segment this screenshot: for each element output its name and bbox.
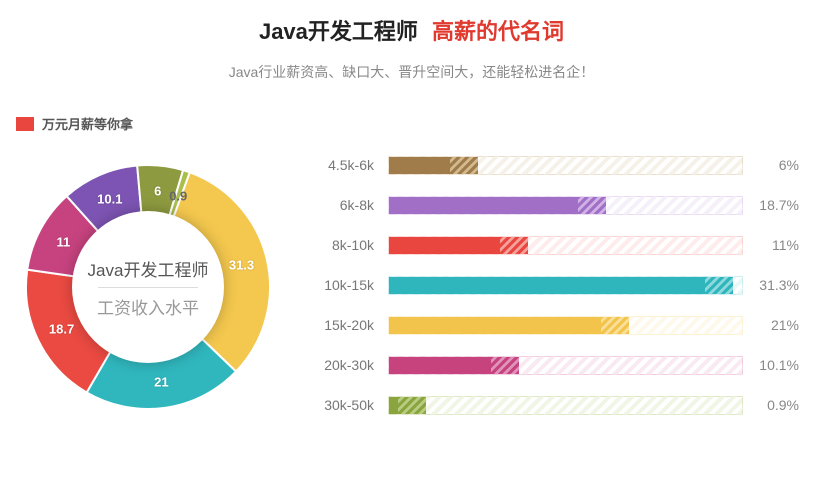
- bar-label: 15k-20k: [318, 317, 388, 333]
- bar-label: 10k-15k: [318, 277, 388, 293]
- donut-slice-label: 6: [154, 184, 161, 199]
- bar-fill: [389, 317, 601, 334]
- bar-percent: 0.9%: [743, 397, 799, 413]
- bar-track: [388, 276, 743, 295]
- bar-percent: 11%: [743, 237, 799, 253]
- donut-chart: Java开发工程师 工资收入水平 31.3 21 18.7 11 10.1 6 0.9: [8, 147, 288, 427]
- bar-label: 30k-50k: [318, 397, 388, 413]
- bar-track: [388, 396, 743, 415]
- header: Java开发工程师 高薪的代名词 Java行业薪资高、缺口大、晋升空间大，还能轻…: [0, 0, 823, 90]
- bar-percent: 6%: [743, 157, 799, 173]
- donut-slice-label: 0.9: [169, 188, 187, 203]
- bar-track: [388, 316, 743, 335]
- bar-row: 10k-15k 31.3%: [318, 267, 799, 303]
- bar-fill: [389, 197, 578, 214]
- bar-track: [388, 156, 743, 175]
- donut-slice-label: 18.7: [49, 321, 74, 336]
- donut-slice-label: 11: [57, 234, 71, 249]
- bar-row: 15k-20k 21%: [318, 307, 799, 343]
- bar-tail: [491, 357, 519, 374]
- bar-tail: [398, 397, 426, 414]
- donut-slice-label: 31.3: [229, 258, 254, 273]
- content: Java开发工程师 工资收入水平 31.3 21 18.7 11 10.1 6 0.9 4.…: [0, 143, 823, 427]
- bar-tail: [578, 197, 606, 214]
- bar-percent: 18.7%: [743, 197, 799, 213]
- tag-row: 万元月薪等你拿: [0, 90, 823, 143]
- bar-label: 4.5k-6k: [318, 157, 388, 173]
- subtitle: Java行业薪资高、缺口大、晋升空间大，还能轻松进名企！: [0, 62, 823, 82]
- donut-center-line2: 工资收入水平: [97, 288, 199, 319]
- donut-slice-label: 10.1: [97, 191, 122, 206]
- bar-fill: [389, 157, 450, 174]
- bar-row: 4.5k-6k 6%: [318, 147, 799, 183]
- donut-center-line1: Java开发工程师: [88, 256, 209, 287]
- bar-label: 8k-10k: [318, 237, 388, 253]
- tag-label: 万元月薪等你拿: [42, 114, 133, 133]
- bar-row: 8k-10k 11%: [318, 227, 799, 263]
- bar-fill: [389, 277, 705, 294]
- bar-chart: 4.5k-6k 6% 6k-8k 18.7% 8k-10k 11% 10k-15k 31.3%…: [288, 147, 799, 427]
- title-main: Java开发工程师: [259, 19, 418, 44]
- bar-label: 20k-30k: [318, 357, 388, 373]
- title-accent: 高薪的代名词: [432, 19, 564, 44]
- page-title: Java开发工程师 高薪的代名词: [0, 14, 823, 46]
- donut-center: Java开发工程师 工资收入水平: [72, 211, 224, 363]
- bar-label: 6k-8k: [318, 197, 388, 213]
- bar-fill: [389, 397, 398, 414]
- bar-percent: 31.3%: [743, 277, 799, 293]
- bar-tail: [705, 277, 733, 294]
- bar-track: [388, 356, 743, 375]
- tag-swatch-icon: [16, 117, 34, 131]
- bar-row: 30k-50k 0.9%: [318, 387, 799, 423]
- bar-track: [388, 196, 743, 215]
- bar-row: 6k-8k 18.7%: [318, 187, 799, 223]
- bar-tail: [500, 237, 528, 254]
- bar-fill: [389, 237, 500, 254]
- bar-tail: [450, 157, 478, 174]
- bar-track: [388, 236, 743, 255]
- bar-fill: [389, 357, 491, 374]
- donut-slice-label: 21: [154, 375, 168, 390]
- bar-percent: 10.1%: [743, 357, 799, 373]
- bar-row: 20k-30k 10.1%: [318, 347, 799, 383]
- bar-tail: [601, 317, 629, 334]
- bar-percent: 21%: [743, 317, 799, 333]
